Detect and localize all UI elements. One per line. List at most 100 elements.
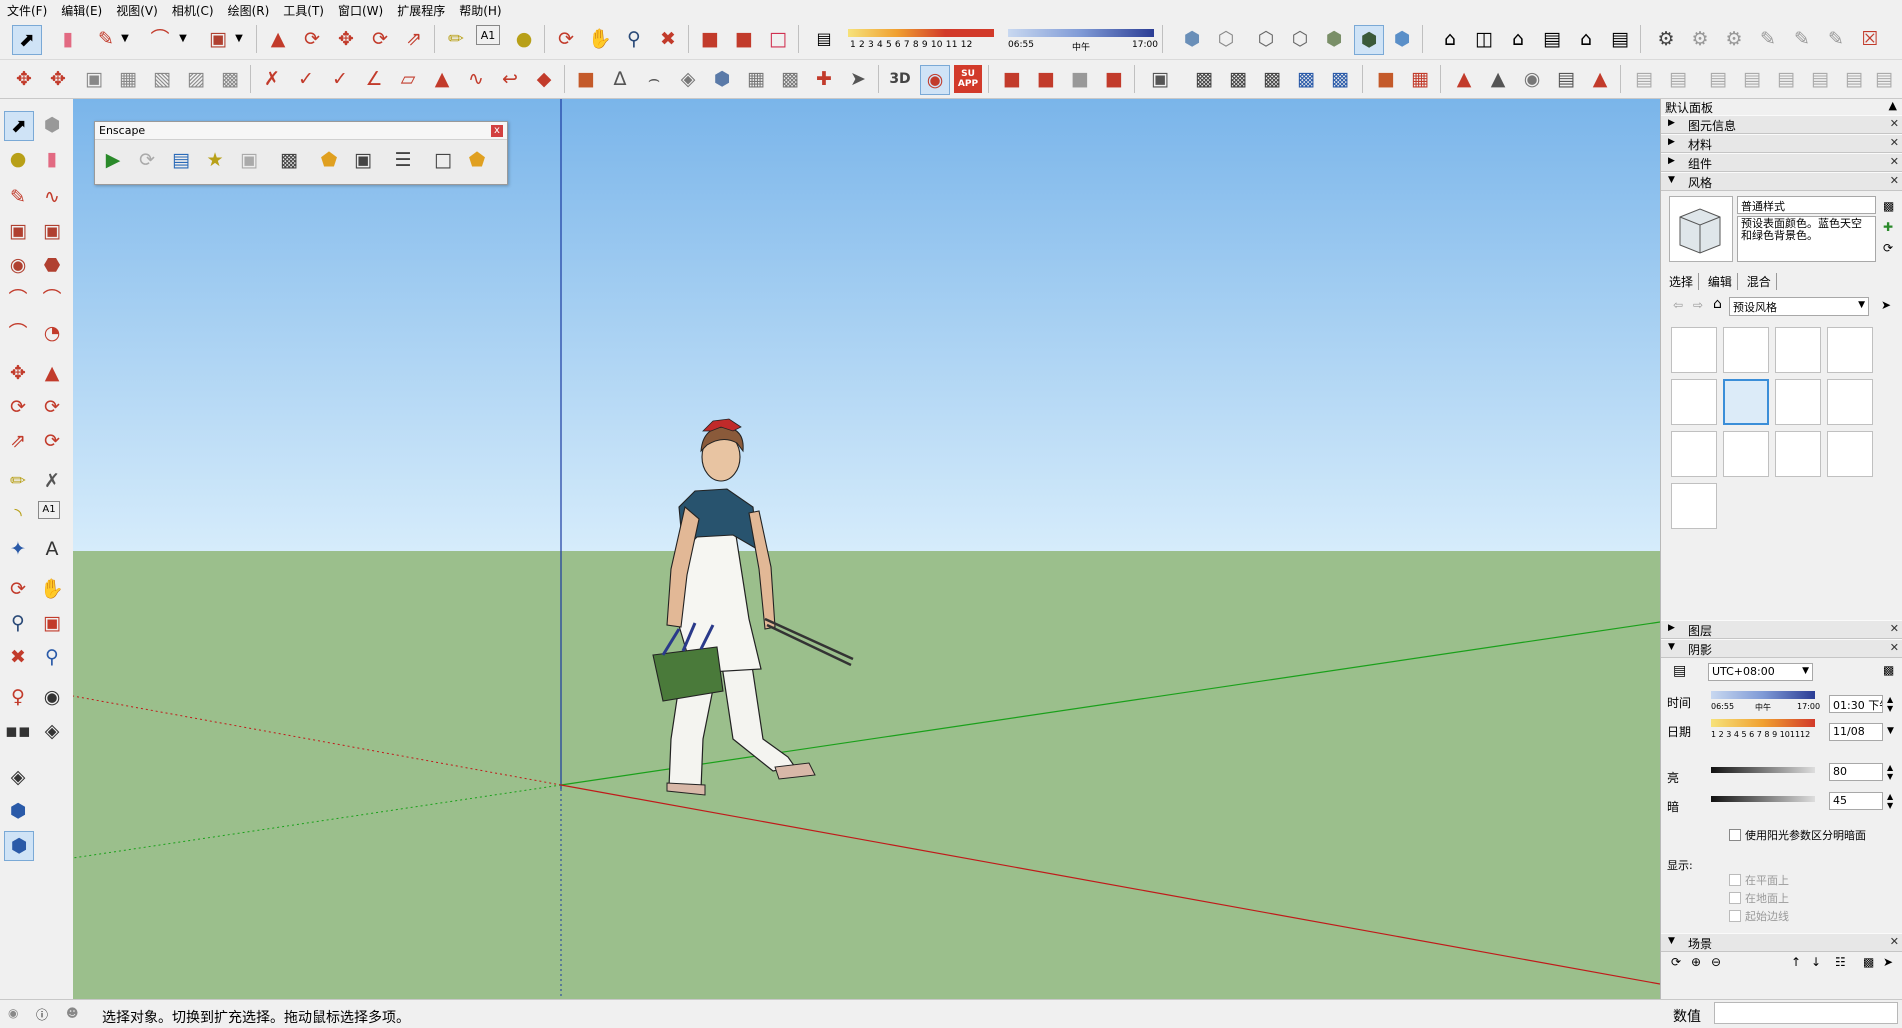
pan-button[interactable]: ✋ — [586, 25, 614, 53]
screenshot-icon[interactable]: ▣ — [235, 146, 263, 174]
style-thumbnail[interactable] — [1723, 431, 1769, 477]
plugin-button[interactable]: ➤ — [844, 65, 872, 93]
paint-bucket-tool[interactable]: ● — [4, 145, 32, 173]
user-icon[interactable]: ☻ — [66, 1006, 79, 1020]
forward-arrow-icon[interactable]: ⇨ — [1693, 298, 1703, 312]
solid-tool-button[interactable]: ↩ — [496, 65, 524, 93]
close-icon[interactable]: ✕ — [1890, 136, 1899, 149]
select-button[interactable]: ⬈ — [12, 25, 42, 55]
iso-view-button[interactable]: ⌂ — [1436, 25, 1464, 53]
rectangle-button[interactable]: ▣ — [204, 25, 232, 53]
zoom-tool[interactable]: ⚲ — [4, 609, 32, 637]
style-name-field[interactable]: 普通样式 — [1737, 196, 1876, 214]
sandbox-button[interactable]: ⚙ — [1720, 25, 1748, 53]
3pt-arc-tool[interactable]: ⌒ — [4, 319, 32, 347]
line-tool[interactable]: ✎ — [4, 183, 32, 211]
start-enscape-icon[interactable]: ▶ — [99, 146, 127, 174]
spinner-icon[interactable]: ▲ ▼ — [1887, 695, 1893, 713]
menu-camera[interactable]: 相机(C) — [165, 0, 221, 19]
solid-tool-button[interactable]: ◆ — [530, 65, 558, 93]
plugin-button[interactable]: ▤ — [1738, 65, 1766, 93]
capture-icon[interactable]: ★ — [201, 146, 229, 174]
solid-tool-button[interactable]: ▧ — [148, 65, 176, 93]
plugin-button[interactable]: ■ — [1100, 65, 1128, 93]
solid-tool-button[interactable]: ✓ — [326, 65, 354, 93]
close-icon[interactable]: x — [491, 125, 503, 137]
sandbox-button[interactable]: ☒ — [1856, 25, 1884, 53]
home-icon[interactable]: ⌂ — [1713, 296, 1722, 312]
plugin-button[interactable]: ▩ — [1326, 65, 1354, 93]
eraser-button[interactable]: ▮ — [54, 25, 82, 53]
person-figure[interactable] — [652, 418, 854, 796]
chevron-down-icon[interactable]: ▼ — [176, 25, 190, 53]
details-arrow-icon[interactable]: ➤ — [1883, 955, 1893, 969]
entity-info-section[interactable]: ▶ 图元信息 ✕ — [1661, 115, 1902, 134]
send-to-layout-button[interactable]: □ — [764, 25, 792, 53]
date-input[interactable]: 11/08 — [1829, 723, 1883, 741]
solid-tool-button[interactable]: ▦ — [114, 65, 142, 93]
materials-section[interactable]: ▶ 材料 ✕ — [1661, 134, 1902, 153]
plugin-button[interactable]: ▦ — [742, 65, 770, 93]
style-thumbnail[interactable] — [1775, 379, 1821, 425]
move-button[interactable]: ✥ — [332, 25, 360, 53]
plugin-button[interactable]: ▤ — [1664, 65, 1692, 93]
zoom-extents-button[interactable]: ✖ — [654, 25, 682, 53]
look-around-tool[interactable]: ◉ — [38, 683, 66, 711]
style-thumbnail[interactable] — [1723, 327, 1769, 373]
protractor-tool[interactable]: ◝ — [4, 501, 32, 529]
plugin-button[interactable]: ■ — [1032, 65, 1060, 93]
geo-location-icon[interactable]: ◉ — [8, 1006, 18, 1020]
pencil-button[interactable]: ✎ — [92, 25, 120, 53]
close-icon[interactable]: ✕ — [1890, 117, 1899, 130]
rectangle-tool[interactable]: ▣ — [4, 217, 32, 245]
style-collection-select[interactable]: 预设风格 ▼ — [1729, 297, 1869, 316]
2pt-arc-tool[interactable]: ⌒ — [38, 285, 66, 313]
solid-tool-button[interactable]: ✗ — [258, 65, 286, 93]
time-slider[interactable] — [1711, 691, 1815, 699]
close-icon[interactable]: ✕ — [1890, 155, 1899, 168]
paint-bucket-button[interactable]: ● — [510, 25, 538, 53]
styles-section[interactable]: ▼ 风格 ✕ — [1661, 172, 1902, 191]
xray-button[interactable]: ⬢ — [1178, 25, 1206, 53]
shaded-textures-button[interactable]: ⬢ — [1354, 25, 1384, 55]
solid-tool-button[interactable]: ■ — [572, 65, 600, 93]
enscape-toolbar[interactable]: Enscape x ▶ ⟳ ▤ ★ ▣ ▩ ⬟ ▣ ☰ □ ⬟ — [94, 121, 508, 185]
plugin-button[interactable]: ■ — [1372, 65, 1400, 93]
chevron-down-icon[interactable]: ▼ — [232, 25, 246, 53]
eraser-tool[interactable]: ▮ — [38, 145, 66, 173]
pan-tool[interactable]: ✋ — [38, 575, 66, 603]
text-tool[interactable]: A1 — [38, 501, 60, 519]
style-thumbnail[interactable] — [1671, 327, 1717, 373]
solid-tool-button[interactable]: ◈ — [674, 65, 702, 93]
walk-tool[interactable]: ▪▪ — [4, 717, 32, 745]
solid-tool-button[interactable]: ✓ — [292, 65, 320, 93]
solid-tool-button[interactable]: ∠ — [360, 65, 388, 93]
light-input[interactable]: 80 — [1829, 763, 1883, 781]
previous-view-tool[interactable]: ⚲ — [38, 643, 66, 671]
section-plane-tool[interactable]: ◈ — [38, 717, 66, 745]
component-tool[interactable]: ⬢ — [38, 111, 66, 139]
hidden-line-button[interactable]: ⬡ — [1286, 25, 1314, 53]
arc-tool[interactable]: ⌒ — [4, 285, 32, 313]
menu-edit[interactable]: 编辑(E) — [54, 0, 109, 19]
plugin-button[interactable]: ▩ — [1292, 65, 1320, 93]
position-camera-tool[interactable]: ♀ — [4, 683, 32, 711]
text-button[interactable]: A1 — [476, 25, 500, 45]
visual-settings-icon[interactable]: ☰ — [389, 146, 417, 174]
solid-tool-button[interactable]: ⌢ — [640, 65, 668, 93]
arc-button[interactable]: ⌒ — [146, 25, 174, 53]
wireframe-button[interactable]: ⬡ — [1252, 25, 1280, 53]
warehouse-button[interactable]: ■ — [696, 25, 724, 53]
close-icon[interactable]: ✕ — [1890, 622, 1899, 635]
use-sun-checkbox[interactable] — [1729, 829, 1741, 841]
close-icon[interactable]: ✕ — [1890, 641, 1899, 654]
plugin-button[interactable]: ■ — [998, 65, 1026, 93]
date-slider[interactable] — [848, 29, 994, 37]
shadow-toggle-button[interactable]: ▤ — [810, 25, 838, 53]
menu-view[interactable]: 视图(V) — [109, 0, 165, 19]
credits-icon[interactable]: ⓘ — [36, 1006, 48, 1023]
rotate-tool[interactable]: ⟳ — [4, 393, 32, 421]
menu-window[interactable]: 窗口(W) — [331, 0, 390, 19]
orbit-button[interactable]: ⟳ — [552, 25, 580, 53]
plugin-button[interactable]: ◉ — [920, 65, 950, 95]
